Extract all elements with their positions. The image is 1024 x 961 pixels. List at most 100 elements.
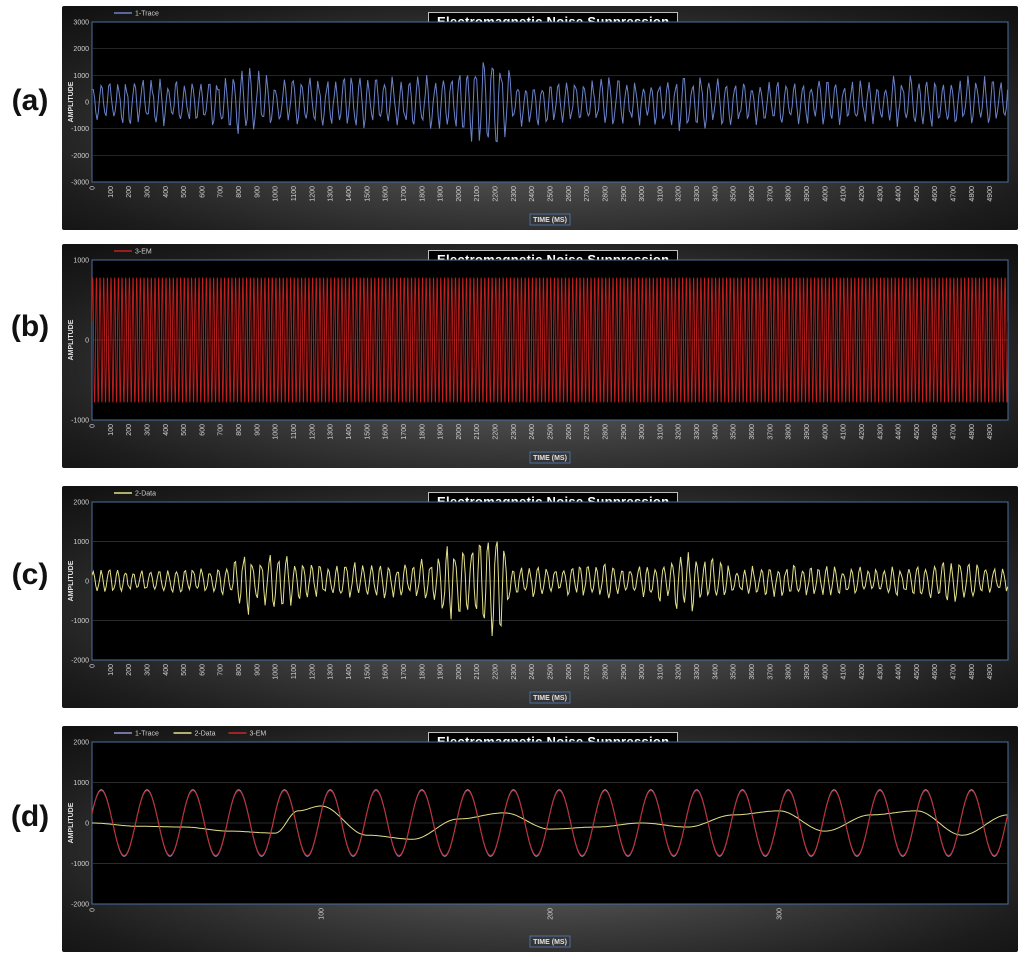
x-tick-label: 2900 (621, 186, 628, 202)
legend-entry: 1-Trace (135, 731, 159, 738)
x-tick-label: 300 (144, 424, 151, 436)
x-tick-label: 3500 (731, 664, 738, 680)
x-tick-label: 100 (108, 186, 115, 198)
x-tick-label: 1600 (383, 186, 390, 202)
x-axis-label: TIME (MS) (533, 217, 567, 224)
x-tick-label: 1900 (438, 186, 445, 202)
x-tick-label: 4700 (951, 186, 958, 202)
x-tick-label: 3000 (639, 664, 646, 680)
x-tick-label: 900 (254, 424, 261, 436)
x-tick-label: 4000 (822, 424, 829, 440)
x-tick-label: 2600 (566, 424, 573, 440)
legend-entry: 3-EM (135, 249, 152, 256)
x-tick-label: 4800 (969, 424, 976, 440)
x-tick-label: 400 (163, 664, 170, 676)
x-tick-label: 2500 (548, 424, 555, 440)
x-tick-label: 3400 (712, 664, 719, 680)
x-tick-label: 300 (144, 186, 151, 198)
y-axis-label: AMPLITUDE (68, 319, 75, 360)
x-tick-label: 2900 (621, 664, 628, 680)
x-tick-label: 800 (236, 424, 243, 436)
x-tick-label: 200 (126, 664, 133, 676)
x-tick-label: 200 (126, 424, 133, 436)
x-tick-label: 3300 (694, 424, 701, 440)
x-tick-label: 900 (254, 186, 261, 198)
x-tick-label: 900 (254, 664, 261, 676)
x-tick-label: 2600 (566, 186, 573, 202)
chart-b-svg: -1000010000 100 200 300 400 500 600 700 800 900 10… (68, 249, 1009, 464)
x-tick-label: 3100 (657, 186, 664, 202)
x-tick-label: 1400 (346, 664, 353, 680)
y-tick-label: -1000 (71, 126, 89, 133)
x-tick-label: 1700 (401, 186, 408, 202)
x-tick-label: 3000 (639, 424, 646, 440)
x-tick-label: 2500 (548, 664, 555, 680)
y-axis-label: AMPLITUDE (68, 81, 75, 122)
x-tick-label: 4200 (859, 186, 866, 202)
x-tick-label: 1400 (346, 424, 353, 440)
y-tick-label: -2000 (71, 153, 89, 160)
x-tick-label: 1000 (273, 186, 280, 202)
x-tick-label: 0 (90, 664, 97, 668)
x-tick-label: 2700 (584, 186, 591, 202)
y-tick-label: 2000 (73, 46, 89, 53)
panel-label-a: (a) (11, 84, 49, 117)
x-tick-label: 1800 (419, 424, 426, 440)
x-tick-label: 4400 (896, 424, 903, 440)
x-tick-label: 3800 (786, 424, 793, 440)
x-tick-label: 4900 (987, 424, 994, 440)
legend-entry: 2-Data (195, 731, 216, 738)
x-tick-label: 4700 (951, 664, 958, 680)
x-tick-label: 1400 (346, 186, 353, 202)
y-tick-label: 2000 (73, 740, 89, 747)
x-tick-label: 4400 (896, 186, 903, 202)
x-tick-label: 4400 (896, 664, 903, 680)
x-tick-label: 1800 (419, 664, 426, 680)
x-tick-label: 1200 (309, 424, 316, 440)
x-tick-label: 1900 (438, 664, 445, 680)
x-tick-label: 0 (90, 186, 97, 190)
x-tick-label: 700 (218, 186, 225, 198)
x-tick-label: 2200 (493, 664, 500, 680)
x-tick-label: 4900 (987, 664, 994, 680)
x-tick-label: 2800 (602, 186, 609, 202)
x-tick-label: 600 (199, 186, 206, 198)
x-tick-label: 1200 (309, 186, 316, 202)
x-tick-label: 700 (218, 424, 225, 436)
y-tick-label: 1000 (73, 73, 89, 80)
x-tick-label: 2100 (474, 664, 481, 680)
y-tick-label: 0 (85, 579, 89, 586)
y-tick-label: 0 (85, 821, 89, 828)
y-axis-label: AMPLITUDE (68, 802, 75, 843)
x-tick-label: 0 (90, 908, 97, 912)
x-tick-label: 1600 (383, 664, 390, 680)
x-tick-label: 1100 (291, 664, 298, 679)
x-tick-label: 800 (236, 664, 243, 676)
x-tick-label: 2200 (493, 424, 500, 440)
x-tick-label: 3800 (786, 664, 793, 680)
x-tick-label: 3600 (749, 664, 756, 680)
x-tick-label: 1900 (438, 424, 445, 440)
x-tick-label: 3200 (676, 664, 683, 680)
x-tick-label: 4800 (969, 664, 976, 680)
panel-label-c: (c) (11, 558, 49, 591)
x-tick-label: 4000 (822, 664, 829, 680)
x-tick-label: 4300 (877, 664, 884, 680)
y-tick-label: 2000 (73, 500, 89, 507)
chart-panel-d: Electromagnetic Noise Suppression -2000-… (62, 726, 1018, 952)
x-tick-label: 2300 (511, 186, 518, 202)
x-tick-label: 3900 (804, 424, 811, 440)
chart-d-svg: -2000 -1000 0 1000 2000 0 100 200 300 AMPLITUDE TI… (68, 731, 1009, 948)
x-tick-label: 4100 (841, 664, 848, 680)
x-tick-label: 4000 (822, 186, 829, 202)
x-tick-label: 3500 (731, 186, 738, 202)
x-tick-label: 3900 (804, 186, 811, 202)
x-tick-label: 3300 (694, 186, 701, 202)
x-tick-label: 300 (144, 664, 151, 676)
x-tick-label: 3800 (786, 186, 793, 202)
x-tick-label: 2300 (511, 424, 518, 440)
x-tick-label: 100 (319, 908, 326, 920)
y-tick-label: -3000 (71, 180, 89, 187)
y-tick-label: 1000 (73, 780, 89, 787)
x-tick-label: 700 (218, 664, 225, 676)
